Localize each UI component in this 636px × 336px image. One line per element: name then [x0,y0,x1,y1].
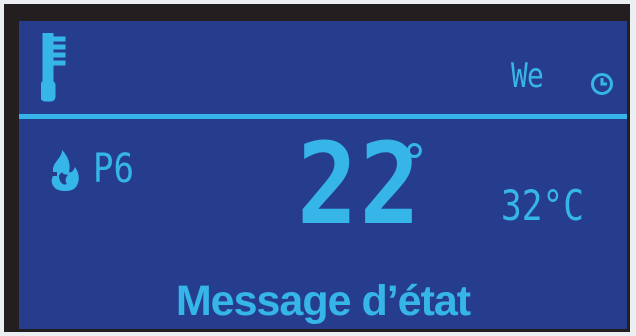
status-message: Message d’état [175,277,471,325]
device-bezel: We P6 22 ° 32°C Message d’état [0,0,636,336]
display-frame: We P6 22 ° 32°C Message d’état [4,4,630,332]
thermometer-icon [41,33,66,102]
outside-temperature: 32°C [501,181,584,230]
day-indicator: We [511,56,544,96]
flame-icon [51,150,79,191]
lcd-screen: We P6 22 ° 32°C Message d’état [19,21,627,329]
room-temperature-unit: ° [400,135,429,191]
header-divider [19,114,627,119]
clock-icon [591,73,613,95]
program-label: P6 [93,146,134,192]
